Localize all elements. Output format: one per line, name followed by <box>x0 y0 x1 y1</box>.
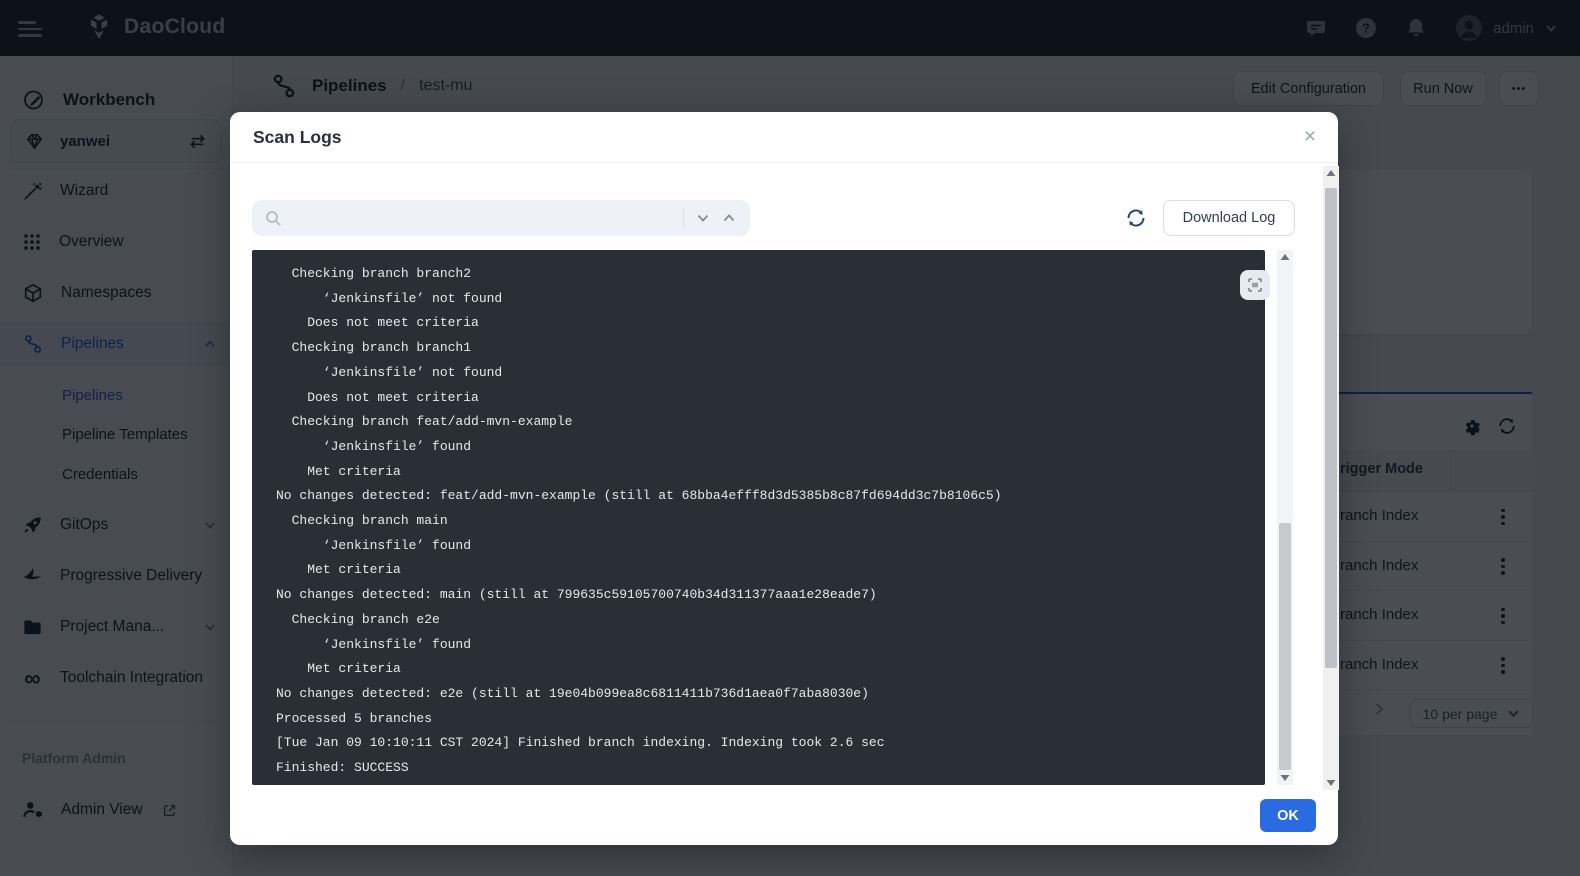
log-console: Checking branch branch2 ‘Jenkinsfile’ no… <box>252 250 1265 785</box>
search-next-chevron-up-icon[interactable] <box>716 205 742 231</box>
log-search-box <box>252 200 750 236</box>
fullscreen-expand-icon[interactable] <box>1240 270 1270 300</box>
scroll-up-icon[interactable] <box>1323 169 1339 177</box>
divider <box>683 208 684 228</box>
scroll-down-icon[interactable] <box>1323 779 1339 787</box>
log-scrollbar-thumb[interactable] <box>1279 523 1291 770</box>
ok-button[interactable]: OK <box>1260 799 1316 832</box>
scroll-up-icon[interactable] <box>1277 253 1293 261</box>
download-log-button[interactable]: Download Log <box>1163 200 1295 236</box>
search-icon <box>265 210 281 226</box>
log-output: Checking branch branch2 ‘Jenkinsfile’ no… <box>252 250 1265 781</box>
divider <box>230 162 1338 163</box>
log-scrollbar[interactable] <box>1277 250 1293 785</box>
scroll-down-icon[interactable] <box>1277 774 1293 782</box>
modal-scrollbar-thumb[interactable] <box>1325 188 1337 668</box>
scan-logs-modal: Scan Logs × Download Log Checking branch… <box>230 112 1338 845</box>
close-icon[interactable]: × <box>1296 123 1324 151</box>
refresh-log-icon[interactable] <box>1125 207 1147 229</box>
search-input[interactable] <box>289 210 677 226</box>
modal-title: Scan Logs <box>253 127 342 148</box>
modal-body-scrollbar[interactable] <box>1323 166 1339 790</box>
search-prev-chevron-down-icon[interactable] <box>690 205 716 231</box>
